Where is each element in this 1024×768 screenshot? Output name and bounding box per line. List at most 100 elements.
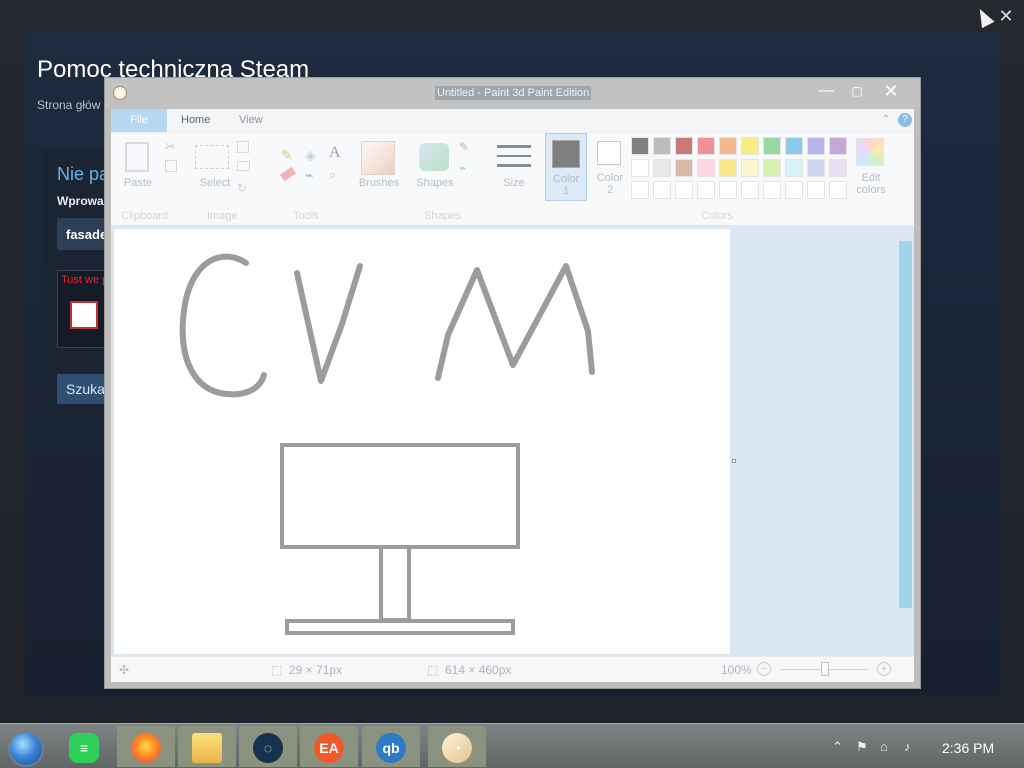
color-swatch-r1-c1[interactable] [631, 137, 649, 155]
edit-colors-icon[interactable] [856, 138, 884, 166]
color-swatch-r1-c2[interactable] [653, 137, 671, 155]
color-swatch-r2-c6[interactable] [741, 159, 759, 177]
breadcrumb[interactable]: Strona głów [37, 98, 100, 112]
letter-m-stroke [435, 263, 595, 381]
magnifier-icon[interactable]: ⌕ [329, 167, 336, 183]
color-swatch-r3-c3[interactable] [675, 181, 693, 199]
size-icon[interactable] [497, 145, 531, 167]
tools-group-label: Tools [293, 210, 319, 222]
tab-view[interactable]: View [225, 109, 277, 132]
network-icon[interactable]: ⌂ [880, 739, 888, 754]
taskbar-steam-app[interactable]: ◌ [239, 726, 297, 767]
copy-icon[interactable] [165, 160, 177, 172]
start-button-icon[interactable] [8, 731, 44, 767]
cut-icon[interactable]: ✂ [165, 139, 176, 155]
color-swatch-r1-c6[interactable] [741, 137, 759, 155]
color-swatch-r2-c4[interactable] [697, 159, 715, 177]
paste-icon[interactable] [125, 142, 149, 172]
minimize-button[interactable]: — [814, 82, 838, 100]
color2-swatch[interactable] [597, 141, 621, 165]
rotate-icon[interactable]: ↻ [237, 181, 247, 195]
zoom-out-icon[interactable]: − [757, 662, 771, 676]
color-swatch-r1-c9[interactable] [807, 137, 825, 155]
tab-home[interactable]: Home [167, 109, 224, 132]
color-swatch-r3-c2[interactable] [653, 181, 671, 199]
steam-icon: ◌ [253, 733, 283, 763]
fill-shape-icon[interactable]: ⌁ [459, 161, 466, 175]
color-swatch-r1-c3[interactable] [675, 137, 693, 155]
text-icon[interactable]: A [329, 144, 341, 162]
shapes-icon[interactable] [419, 143, 449, 171]
maximize-button[interactable]: ▢ [845, 82, 869, 100]
close-button[interactable]: ✕ [879, 82, 903, 100]
taskbar-firefox-app[interactable] [117, 726, 175, 767]
zoom-in-icon[interactable]: + [877, 662, 891, 676]
notes-app-icon: ≡ [69, 733, 99, 763]
taskbar-ea-app[interactable]: EA [300, 726, 358, 767]
tab-file[interactable]: File [111, 109, 167, 132]
crop-icon[interactable] [237, 141, 249, 153]
canvas-resize-handle[interactable] [732, 459, 736, 463]
color-swatch-r2-c5[interactable] [719, 159, 737, 177]
monitor-screen-shape [280, 443, 520, 549]
pencil-icon[interactable]: ✎ [281, 147, 293, 164]
vertical-scrollbar[interactable] [899, 241, 912, 608]
color-swatch-r1-c5[interactable] [719, 137, 737, 155]
color-swatch-r2-c2[interactable] [653, 159, 671, 177]
flag-icon[interactable]: ⚑ [856, 739, 868, 755]
eraser-icon[interactable] [279, 166, 297, 182]
color-swatch-r2-c1[interactable] [631, 159, 649, 177]
brushes-icon[interactable] [361, 141, 395, 175]
zoom-slider-thumb[interactable] [821, 662, 829, 676]
color-swatch-r2-c8[interactable] [785, 159, 803, 177]
color-swatch-r3-c6[interactable] [741, 181, 759, 199]
monitor-stand-shape [379, 545, 411, 622]
color-swatch-r2-c10[interactable] [829, 159, 847, 177]
drawing-canvas[interactable] [114, 229, 730, 654]
color-palette [631, 137, 849, 199]
image-group-label: Image [207, 210, 238, 222]
volume-icon[interactable]: ♪ [904, 739, 911, 754]
collapse-ribbon-icon[interactable]: ⌃ [882, 114, 890, 125]
color-swatch-r1-c7[interactable] [763, 137, 781, 155]
color-swatch-r3-c7[interactable] [763, 181, 781, 199]
color-swatch-r3-c9[interactable] [807, 181, 825, 199]
outline-icon[interactable]: ✎ [459, 140, 469, 154]
paint-icon: ◔ [442, 733, 472, 763]
color-swatch-r1-c10[interactable] [829, 137, 847, 155]
steam-close-button[interactable]: ✕ [996, 6, 1016, 26]
select-icon[interactable] [195, 145, 229, 169]
tray-up-arrow-icon[interactable]: ⌃ [832, 739, 843, 755]
clock[interactable]: 2:36 PM [942, 740, 994, 756]
size-label: Size [503, 177, 525, 189]
color-swatch-r3-c4[interactable] [697, 181, 715, 199]
paint-titlebar[interactable]: Untitled - Paint 3d Paint Edition — ▢ ✕ [105, 78, 920, 108]
letter-c-stroke [179, 253, 267, 398]
color-swatch-r2-c7[interactable] [763, 159, 781, 177]
qbittorrent-icon: qb [376, 733, 406, 763]
taskbar-file-explorer[interactable] [178, 726, 236, 767]
selection-size-icon: ⬚ [271, 663, 283, 677]
color-swatch-r2-c9[interactable] [807, 159, 825, 177]
color-swatch-r1-c4[interactable] [697, 137, 715, 155]
taskbar-notes-app[interactable]: ≡ [55, 726, 113, 767]
drawing-svg[interactable] [114, 229, 730, 654]
color-swatch-r3-c5[interactable] [719, 181, 737, 199]
color-swatch-r1-c8[interactable] [785, 137, 803, 155]
color-swatch-r3-c1[interactable] [631, 181, 649, 199]
color-swatch-r3-c10[interactable] [829, 181, 847, 199]
color1-swatch [552, 140, 580, 168]
taskbar-qbittorrent-app[interactable]: qb [362, 726, 420, 767]
color1-selector[interactable]: Color 1 [545, 133, 587, 201]
resize-icon[interactable] [237, 161, 250, 171]
color-picker-icon[interactable]: ⌁ [305, 167, 313, 184]
canvas-area[interactable] [111, 226, 914, 656]
paint-window: Untitled - Paint 3d Paint Edition — ▢ ✕ … [104, 77, 921, 689]
captcha-checkbox[interactable] [70, 301, 98, 329]
color-swatch-r2-c3[interactable] [675, 159, 693, 177]
color-swatch-r3-c8[interactable] [785, 181, 803, 199]
letter-v-stroke [294, 263, 363, 384]
taskbar-paint-app[interactable]: ◔ [428, 726, 486, 767]
fill-icon[interactable]: ◈ [305, 147, 316, 164]
help-icon[interactable]: ? [898, 113, 912, 127]
